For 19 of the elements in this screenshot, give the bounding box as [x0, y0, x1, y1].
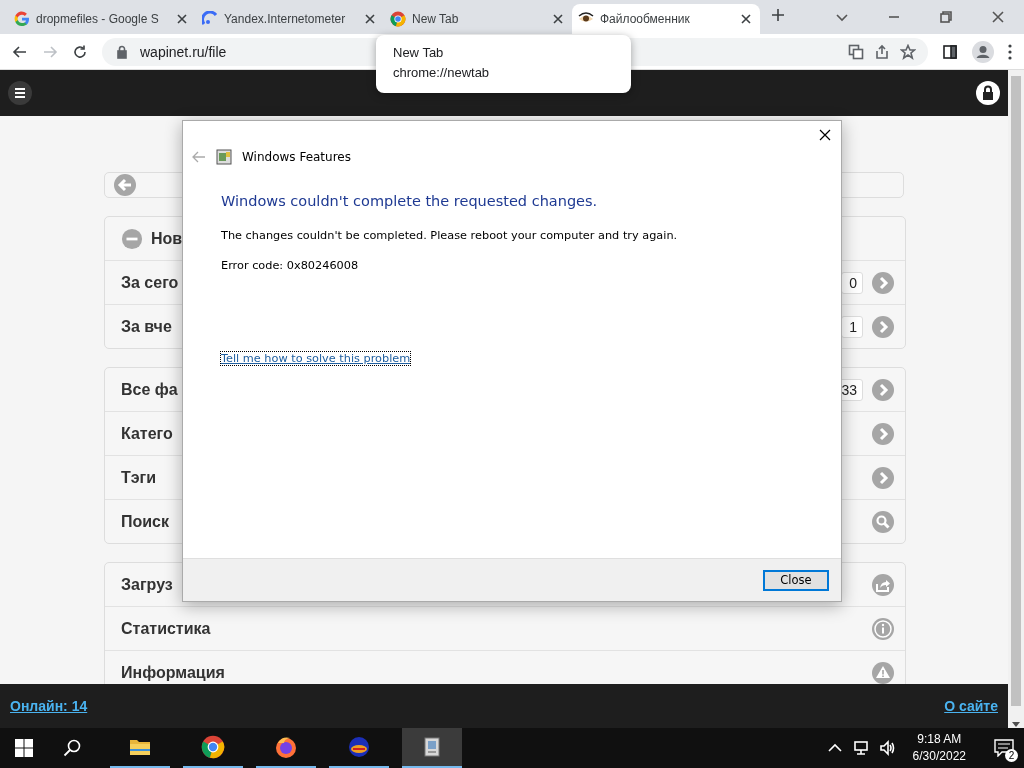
- menu-label: Все фа: [121, 380, 178, 399]
- menu-label: Нов: [151, 229, 183, 248]
- dialog-title: Windows Features: [242, 150, 351, 164]
- menu-label: Статистика: [121, 619, 211, 638]
- notification-count: 2: [1005, 749, 1018, 762]
- tooltip-title: New Tab: [393, 45, 445, 60]
- menu-label: Загруз: [121, 575, 173, 594]
- menu-label: Катего: [121, 424, 173, 443]
- error-code: Error code: 0x80246008: [221, 259, 360, 272]
- menu-label: За вче: [121, 317, 172, 336]
- menu-label: Поиск: [121, 512, 169, 531]
- dialog-heading: Windows couldn't complete the requested changes.: [221, 193, 599, 209]
- dialog-message: The changes couldn't be completed. Please reboot your computer and try again.: [221, 229, 679, 242]
- menu-label: Тэги: [121, 468, 157, 487]
- count-badge: 1: [841, 315, 863, 338]
- menu-label: Информация: [121, 663, 225, 682]
- tooltip-url: chrome://newtab: [393, 65, 491, 80]
- menu-label: За сего: [121, 273, 179, 292]
- count-badge: 0: [841, 271, 863, 294]
